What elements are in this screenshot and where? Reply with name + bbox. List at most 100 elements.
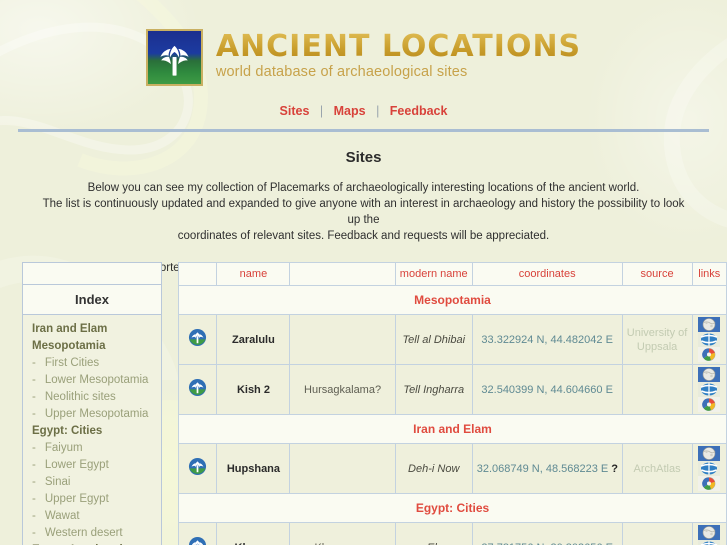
site-title: ANCIENT LOCATIONS <box>215 29 582 64</box>
cell-coordinates[interactable]: 32.068749 N, 48.568223 E ? <box>471 443 623 494</box>
sidebar-bullet-dash: - <box>32 459 36 471</box>
site-logo[interactable]: ANCIENT LOCATIONS world database of arch… <box>145 29 581 86</box>
intro-line-2: The list is continuously updated and exp… <box>42 198 685 226</box>
row-marker-cell[interactable] <box>177 314 218 365</box>
sidebar-item-label: Lower Mesopotamia <box>44 374 149 386</box>
page-title: Sites <box>345 149 382 166</box>
cell-alternate-name <box>289 443 396 494</box>
section-label: Egypt: Cities <box>178 493 727 523</box>
sidebar-item-faiyum[interactable]: - Faiyum <box>23 440 161 457</box>
sidebar-list: Iran and Elam Mesopotamia - First Cities - Lo… <box>22 315 162 545</box>
sidebar-item-label: Western desert <box>44 527 123 539</box>
sidebar-item-label: Upper Mesopotamia <box>44 408 149 420</box>
sidebar-item-upper-mesopotamia[interactable]: - Upper Mesopotamia <box>23 406 161 423</box>
nav-link-feedback[interactable]: Feedback <box>388 104 450 118</box>
sidebar-heading: Index <box>22 285 162 315</box>
site-subtitle: world database of archaeological sites <box>215 63 468 80</box>
sidebar-item-label: Upper Egypt <box>44 493 109 505</box>
column-header-coords[interactable]: coordinates <box>471 262 623 286</box>
content-area: Index Iran and Elam Mesopotamia - First Cit… <box>0 262 727 545</box>
link-icon-group <box>697 446 722 491</box>
sidebar-item-sinai[interactable]: - Sinai <box>23 474 161 491</box>
cell-modern-name: Tell Ingharra <box>394 364 473 415</box>
sidebar-group-egypt-cities[interactable]: Egypt: Cities <box>23 423 161 440</box>
wikipedia-icon[interactable] <box>698 446 721 461</box>
cell-name[interactable]: Zaralulu <box>216 314 291 365</box>
wikipedia-icon[interactable] <box>698 317 721 332</box>
sidebar-item-lower-egypt[interactable]: - Lower Egypt <box>23 457 161 474</box>
cell-links[interactable] <box>691 364 727 415</box>
cell-name[interactable]: Kish 2 <box>216 364 291 415</box>
map-icon[interactable] <box>698 332 721 347</box>
sidebar-bullet-dash: - <box>32 357 36 369</box>
section-label: Iran and Elam <box>178 414 727 444</box>
table-section-header-row: Iran and Elam <box>178 414 727 444</box>
row-marker-cell[interactable] <box>177 364 218 415</box>
cell-name[interactable]: Khnum <box>216 522 291 545</box>
column-header-name[interactable]: name <box>216 262 291 286</box>
cell-alternate-name: Khemennu, <box>289 522 396 545</box>
table-section-header-row: Egypt: Cities <box>178 493 727 523</box>
sites-table-head: name modern name coordinates source link… <box>177 262 727 286</box>
sites-table: name modern name coordinates source link… <box>177 262 727 545</box>
table-section-header-row: Mesopotamia <box>178 285 727 315</box>
globe-marker-icon <box>189 536 207 545</box>
cell-source <box>621 522 693 545</box>
sidebar-bullet-dash: - <box>32 374 36 386</box>
sidebar-bullet-dash: - <box>32 527 36 539</box>
sidebar-bullet-dash: - <box>32 493 36 505</box>
sidebar-item-western-desert[interactable]: - Western desert <box>23 525 161 542</box>
wikipedia-icon[interactable] <box>698 367 721 382</box>
cell-links[interactable] <box>691 443 727 494</box>
cell-links[interactable] <box>691 522 727 545</box>
google-earth-icon[interactable] <box>698 476 721 491</box>
globe-marker-icon <box>189 378 207 397</box>
sidebar-item-upper-egypt[interactable]: - Upper Egypt <box>23 491 161 508</box>
link-icon-group <box>697 525 722 545</box>
sidebar-item-neolithic-sites[interactable]: - Neolithic sites <box>23 389 161 406</box>
column-header-icon[interactable] <box>177 262 218 286</box>
cell-coordinates[interactable]: 32.540399 N, 44.604660 E <box>471 364 623 415</box>
sidebar-group-mesopotamia[interactable]: Mesopotamia <box>23 338 161 355</box>
sidebar-item-label: Neolithic sites <box>44 391 116 403</box>
cell-source: University of Uppsala <box>621 314 693 365</box>
map-icon[interactable] <box>698 382 721 397</box>
google-earth-icon[interactable] <box>698 397 721 412</box>
nav-separator: | <box>319 104 324 118</box>
cell-coordinates[interactable]: 27.781756 N, 30.803656 E <box>471 522 623 545</box>
sidebar-item-lower-mesopotamia[interactable]: - Lower Mesopotamia <box>23 372 161 389</box>
table-row[interactable]: KhnumKhemennu,El-27.781756 N, 30.803656 … <box>177 522 727 545</box>
column-header-links[interactable]: links <box>691 262 727 286</box>
cell-modern-name: Deh-i Now <box>394 443 473 494</box>
cell-source: ArchAtlas <box>621 443 693 494</box>
row-marker-cell[interactable] <box>177 443 218 494</box>
table-row[interactable]: Kish 2 Hursagkalama? Tell Ingharra 32.54039… <box>177 364 727 415</box>
table-row[interactable]: Zaralulu Tell al Dhibai 33.322924 N, 44.48… <box>177 314 727 365</box>
sidebar-item-wawat[interactable]: - Wawat <box>23 508 161 525</box>
site-header: ANCIENT LOCATIONS world database of arch… <box>0 0 727 132</box>
column-header-source[interactable]: source <box>621 262 693 286</box>
map-icon[interactable] <box>698 540 721 545</box>
section-label: Mesopotamia <box>178 285 727 315</box>
link-icon-group <box>697 367 722 412</box>
cell-alternate-name <box>289 314 396 365</box>
nav-link-maps[interactable]: Maps <box>332 104 368 118</box>
sidebar-item-first-cities[interactable]: - First Cities <box>23 355 161 372</box>
google-earth-icon[interactable] <box>698 347 721 362</box>
sidebar-item-label: Sinai <box>44 476 71 488</box>
sidebar-bullet-dash: - <box>32 510 36 522</box>
cell-name[interactable]: Hupshana <box>216 443 291 494</box>
column-header-alt[interactable] <box>289 262 396 286</box>
cell-coordinates[interactable]: 33.322924 N, 44.482042 E <box>471 314 623 365</box>
row-marker-cell[interactable] <box>177 522 218 545</box>
column-header-modern[interactable]: modern name <box>394 262 473 286</box>
sidebar-bullet-dash: - <box>32 442 36 454</box>
page-root: ANCIENT LOCATIONS world database of arch… <box>0 0 727 545</box>
table-row[interactable]: Hupshana Deh-i Now 32.068749 N, 48.568223 … <box>177 443 727 494</box>
cell-links[interactable] <box>691 314 727 365</box>
logo-wordmark: ANCIENT LOCATIONS world database of arch… <box>216 29 581 80</box>
map-icon[interactable] <box>698 461 721 476</box>
wikipedia-icon[interactable] <box>698 525 721 540</box>
nav-link-sites[interactable]: Sites <box>278 104 312 118</box>
sidebar-group-iran-and-elam[interactable]: Iran and Elam <box>23 321 161 338</box>
